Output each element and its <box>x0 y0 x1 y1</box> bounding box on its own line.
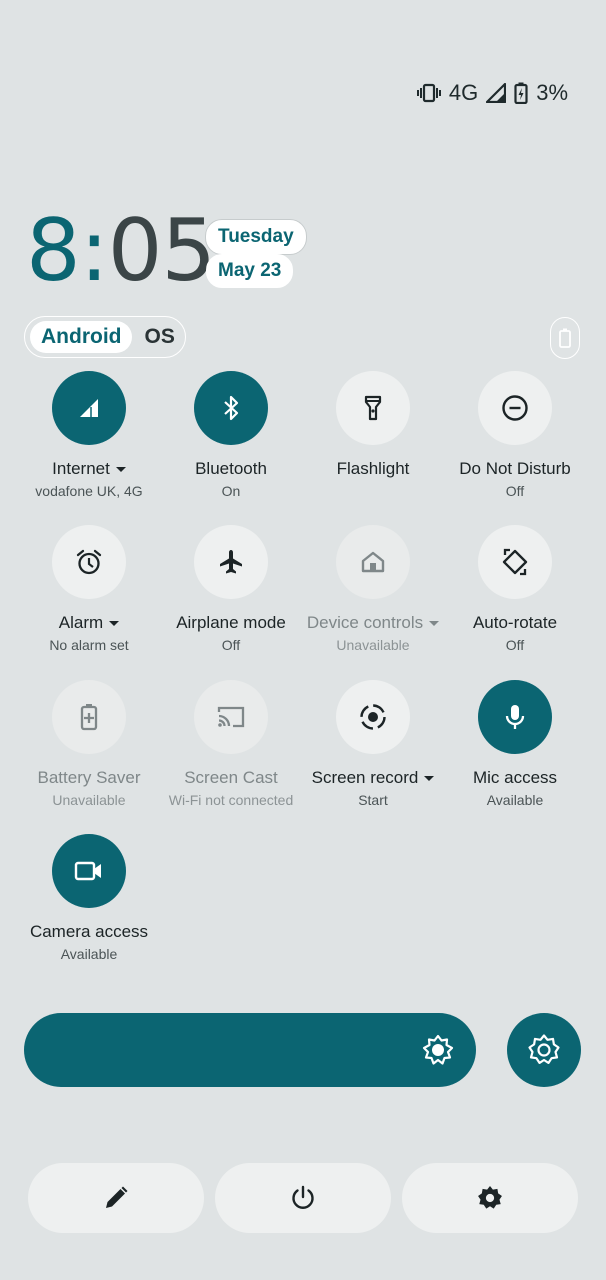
tile-screen-cast-status: Wi-Fi not connected <box>168 792 294 808</box>
tile-do-not-disturb-label: Do Not Disturb <box>459 459 571 478</box>
tile-device-controls[interactable]: Device controls Unavailable <box>302 525 444 653</box>
brightness-icon <box>422 1034 454 1065</box>
do-not-disturb-icon <box>502 395 528 421</box>
tile-mic-access[interactable]: Mic access Available <box>444 680 586 808</box>
tile-device-controls-button[interactable] <box>336 525 410 599</box>
network-type: 4G <box>448 80 479 105</box>
flashlight-icon <box>364 395 382 421</box>
clock-minutes: 05 <box>107 201 216 301</box>
edit-icon <box>106 1186 128 1208</box>
signal-icon <box>80 399 98 417</box>
brightness-slider[interactable] <box>24 1013 476 1087</box>
tile-mic-access-status: Available <box>486 792 544 808</box>
tile-flashlight-button[interactable] <box>336 371 410 445</box>
tile-camera-access-status: Available <box>60 946 118 962</box>
tile-alarm-button[interactable] <box>52 525 126 599</box>
camera-icon <box>74 861 101 881</box>
tile-mic-access-button[interactable] <box>478 680 552 754</box>
chevron-down-icon <box>429 620 440 626</box>
screen-record-icon <box>360 704 386 730</box>
clock-hour: 8 <box>26 201 81 301</box>
tile-internet-button[interactable] <box>52 371 126 445</box>
tile-screen-record-label: Screen record <box>311 768 419 787</box>
mic-icon <box>505 705 525 729</box>
tile-bluetooth[interactable]: Bluetooth On <box>160 371 302 499</box>
tile-battery-saver[interactable]: Battery Saver Unavailable <box>18 680 160 808</box>
edit-button[interactable] <box>28 1163 204 1233</box>
tile-auto-rotate-label: Auto-rotate <box>472 613 558 632</box>
tile-internet-status: vodafone UK, 4G <box>35 483 143 499</box>
tile-airplane-mode-label: Airplane mode <box>176 613 286 632</box>
power-button[interactable] <box>215 1163 391 1233</box>
clock-colon: : <box>79 201 109 301</box>
chevron-down-icon <box>424 775 435 781</box>
tile-screen-record-status: Start <box>358 792 388 808</box>
tile-screen-cast-button[interactable] <box>194 680 268 754</box>
tile-screen-record[interactable]: Screen record Start <box>302 680 444 808</box>
tile-screen-cast[interactable]: Screen Cast Wi-Fi not connected <box>160 680 302 808</box>
power-icon <box>292 1185 314 1209</box>
os-toggle-os[interactable]: OS <box>144 325 174 349</box>
alarm-icon <box>76 549 102 575</box>
tile-airplane-mode[interactable]: Airplane mode Off <box>160 525 302 653</box>
home-icon <box>361 551 385 573</box>
tile-battery-saver-status: Unavailable <box>52 792 126 808</box>
brightness-settings-button[interactable] <box>507 1013 581 1087</box>
clock[interactable]: 8:05 <box>26 208 216 294</box>
gear-icon <box>528 1034 560 1064</box>
tile-internet[interactable]: Internet vodafone UK, 4G <box>18 371 160 499</box>
tile-airplane-mode-status: Off <box>221 637 241 653</box>
tile-camera-access-button[interactable] <box>52 834 126 908</box>
tile-screen-record-button[interactable] <box>336 680 410 754</box>
tile-camera-access-label: Camera access <box>29 922 149 941</box>
settings-button[interactable] <box>402 1163 578 1233</box>
tile-bluetooth-button[interactable] <box>194 371 268 445</box>
chevron-down-icon <box>115 466 126 472</box>
battery-saver-icon <box>80 704 98 731</box>
tile-device-controls-label: Device controls <box>306 613 424 632</box>
battery-percent: 3% <box>536 80 568 105</box>
airplane-icon <box>220 550 242 574</box>
tile-auto-rotate-status: Off <box>505 637 525 653</box>
tile-airplane-mode-button[interactable] <box>194 525 268 599</box>
tile-flashlight-label: Flashlight <box>336 459 410 478</box>
tile-alarm-status: No alarm set <box>49 637 129 653</box>
battery-charging-icon <box>514 82 528 104</box>
tile-auto-rotate[interactable]: Auto-rotate Off <box>444 525 586 653</box>
date-month[interactable]: May 23 <box>206 254 294 288</box>
tile-do-not-disturb-button[interactable] <box>478 371 552 445</box>
tile-alarm-label: Alarm <box>58 613 104 632</box>
tile-screen-cast-label: Screen Cast <box>184 768 278 787</box>
tile-auto-rotate-button[interactable] <box>478 525 552 599</box>
tile-battery-saver-label: Battery Saver <box>37 768 141 787</box>
tile-camera-access[interactable]: Camera access Available <box>18 834 160 962</box>
settings-icon <box>478 1186 502 1209</box>
bluetooth-icon <box>224 395 239 421</box>
date-day[interactable]: Tuesday <box>206 220 306 254</box>
tile-mic-access-label: Mic access <box>472 768 558 787</box>
tile-internet-label: Internet <box>52 459 110 478</box>
tile-bluetooth-label: Bluetooth <box>195 459 267 478</box>
tile-alarm[interactable]: Alarm No alarm set <box>18 525 160 653</box>
battery-button[interactable] <box>550 317 580 359</box>
battery-icon <box>559 328 571 348</box>
rotate-icon <box>502 548 528 576</box>
chevron-down-icon <box>109 620 120 626</box>
os-toggle[interactable]: Android OS <box>24 316 186 358</box>
cast-icon <box>217 706 245 728</box>
tile-battery-saver-button[interactable] <box>52 680 126 754</box>
tile-flashlight[interactable]: Flashlight <box>302 371 444 483</box>
tile-bluetooth-status: On <box>221 483 241 499</box>
tile-do-not-disturb-status: Off <box>505 483 525 499</box>
os-toggle-android[interactable]: Android <box>30 321 133 353</box>
vibrate-icon <box>416 83 441 103</box>
status-bar: 4G 3% <box>416 78 568 108</box>
tile-do-not-disturb[interactable]: Do Not Disturb Off <box>444 371 586 499</box>
signal-icon <box>486 83 507 103</box>
tile-device-controls-status: Unavailable <box>336 637 410 653</box>
